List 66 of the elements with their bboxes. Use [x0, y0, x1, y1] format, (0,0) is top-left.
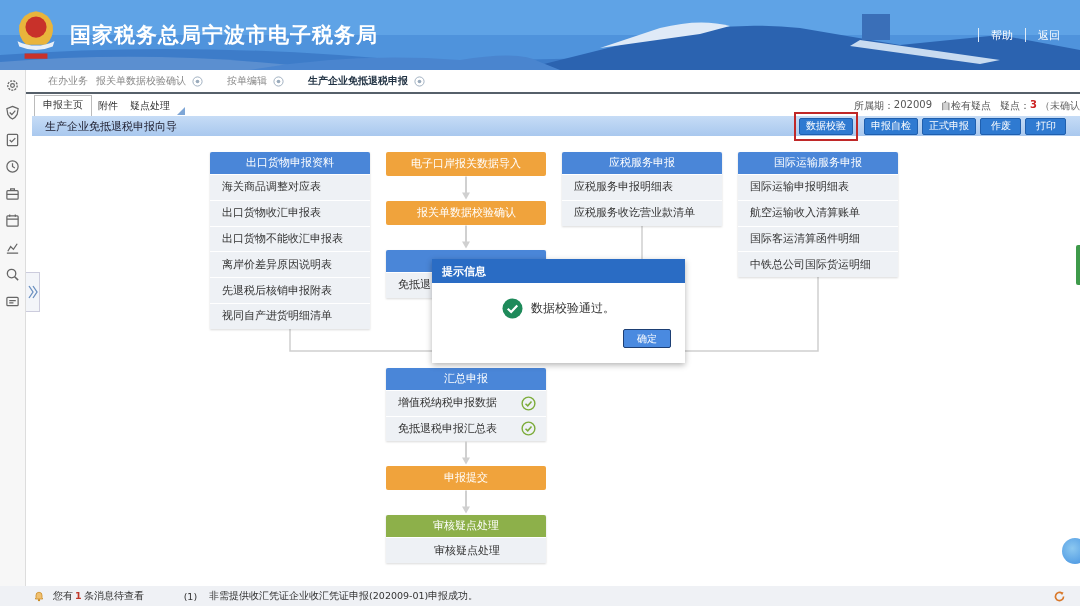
section-header: 应税服务申报 — [562, 152, 722, 174]
tab[interactable]: 生产企业免抵退税申报 — [306, 74, 410, 88]
corner-icon — [177, 107, 185, 115]
site-title: 国家税务总局宁波市电子税务局 — [70, 22, 378, 49]
section-header: 审核疑点处理 — [386, 515, 546, 538]
tab[interactable]: 申报主页 — [34, 95, 92, 116]
expand-handle[interactable] — [26, 272, 40, 312]
period-value: 202009 — [893, 99, 933, 112]
search-icon[interactable] — [5, 267, 20, 282]
toolbar-button[interactable]: 打印 — [1025, 117, 1066, 135]
refresh-icon[interactable] — [1053, 589, 1066, 603]
dialog-title: 提示信息 — [432, 259, 685, 283]
toolbar-button[interactable]: 正式申报 — [922, 117, 976, 135]
toolbar-button[interactable]: 作废 — [980, 117, 1021, 135]
tab[interactable]: 按单编辑 — [225, 74, 269, 88]
dialog-message: 数据校验通过。 — [531, 300, 615, 317]
down-arrow — [461, 441, 471, 467]
form-link[interactable]: 出口货物不能收汇申报表 — [210, 225, 370, 252]
shield-check-icon[interactable] — [5, 105, 20, 120]
tab[interactable]: 疑点处理 — [124, 97, 176, 116]
form-link[interactable]: 先退税后核销申报附表 — [210, 277, 370, 303]
tab[interactable]: 在办业务 — [46, 74, 90, 88]
header-link[interactable]: 帮助 — [991, 27, 1013, 43]
message-index: (1) — [183, 590, 198, 602]
clipboard-check-icon[interactable] — [5, 132, 20, 147]
form-link[interactable]: 离岸价差异原因说明表 — [210, 251, 370, 278]
wizard-title: 生产企业免抵退税申报向导 — [44, 118, 177, 134]
form-link[interactable]: 海关商品调整对应表 — [210, 174, 370, 200]
form-link[interactable]: 增值税纳税申报数据 — [398, 396, 497, 411]
form-link[interactable]: 应税服务申报明细表 — [562, 174, 722, 200]
clock-icon[interactable] — [5, 159, 20, 174]
form-link[interactable]: 国际运输申报明细表 — [738, 174, 898, 200]
form-link[interactable]: 中铁总公司国际货运明细 — [738, 251, 898, 278]
status-message: 非需提供收汇凭证企业收汇凭证申报(202009-01)申报成功。 — [209, 589, 479, 603]
tab[interactable]: 附件 — [92, 97, 124, 116]
card-icon[interactable] — [5, 294, 20, 309]
down-arrow — [461, 225, 471, 250]
section-header: 汇总申报 — [386, 367, 546, 390]
briefcase-icon[interactable] — [5, 186, 20, 201]
doubt-count: 3 — [1030, 99, 1037, 112]
success-icon — [502, 298, 523, 319]
down-arrow — [461, 176, 471, 201]
form-link[interactable]: 免抵退 — [398, 278, 431, 293]
doubt-status-text: 自检有疑点 — [941, 99, 992, 113]
doubt-note: （未确认 — [1040, 99, 1080, 113]
form-link[interactable]: 审核疑点处理 — [434, 543, 500, 558]
down-arrow — [461, 490, 471, 516]
settings-icon[interactable] — [5, 78, 20, 93]
bell-icon[interactable] — [33, 590, 45, 602]
calendar-icon[interactable] — [5, 213, 20, 228]
form-link[interactable]: 视同自产进货明细清单 — [210, 303, 370, 329]
form-link[interactable]: 应税服务收讫营业款清单 — [562, 199, 722, 226]
form-link[interactable]: 国际客运清算函件明细 — [738, 225, 898, 252]
form-link[interactable]: 出口货物收汇申报表 — [210, 199, 370, 226]
period-label: 所属期： — [853, 99, 894, 113]
doubt-label: 疑点： — [1000, 99, 1031, 113]
section-header: 国际运输服务申报 — [738, 152, 898, 174]
toolbar-button[interactable]: 数据校验 — [799, 117, 853, 135]
form-link[interactable]: 航空运输收入清算账单 — [738, 199, 898, 226]
confirm-button[interactable]: 确定 — [623, 329, 671, 348]
tab[interactable]: 报关单数据校验确认 — [94, 74, 188, 88]
toolbar-button[interactable]: 申报自检 — [864, 117, 918, 135]
form-link[interactable]: 免抵退税申报汇总表 — [398, 422, 497, 436]
section-header: 出口货物申报资料 — [210, 152, 370, 174]
scroll-indicator — [1076, 245, 1080, 285]
message-notice[interactable]: 您有1条消息待查看 — [53, 589, 144, 603]
